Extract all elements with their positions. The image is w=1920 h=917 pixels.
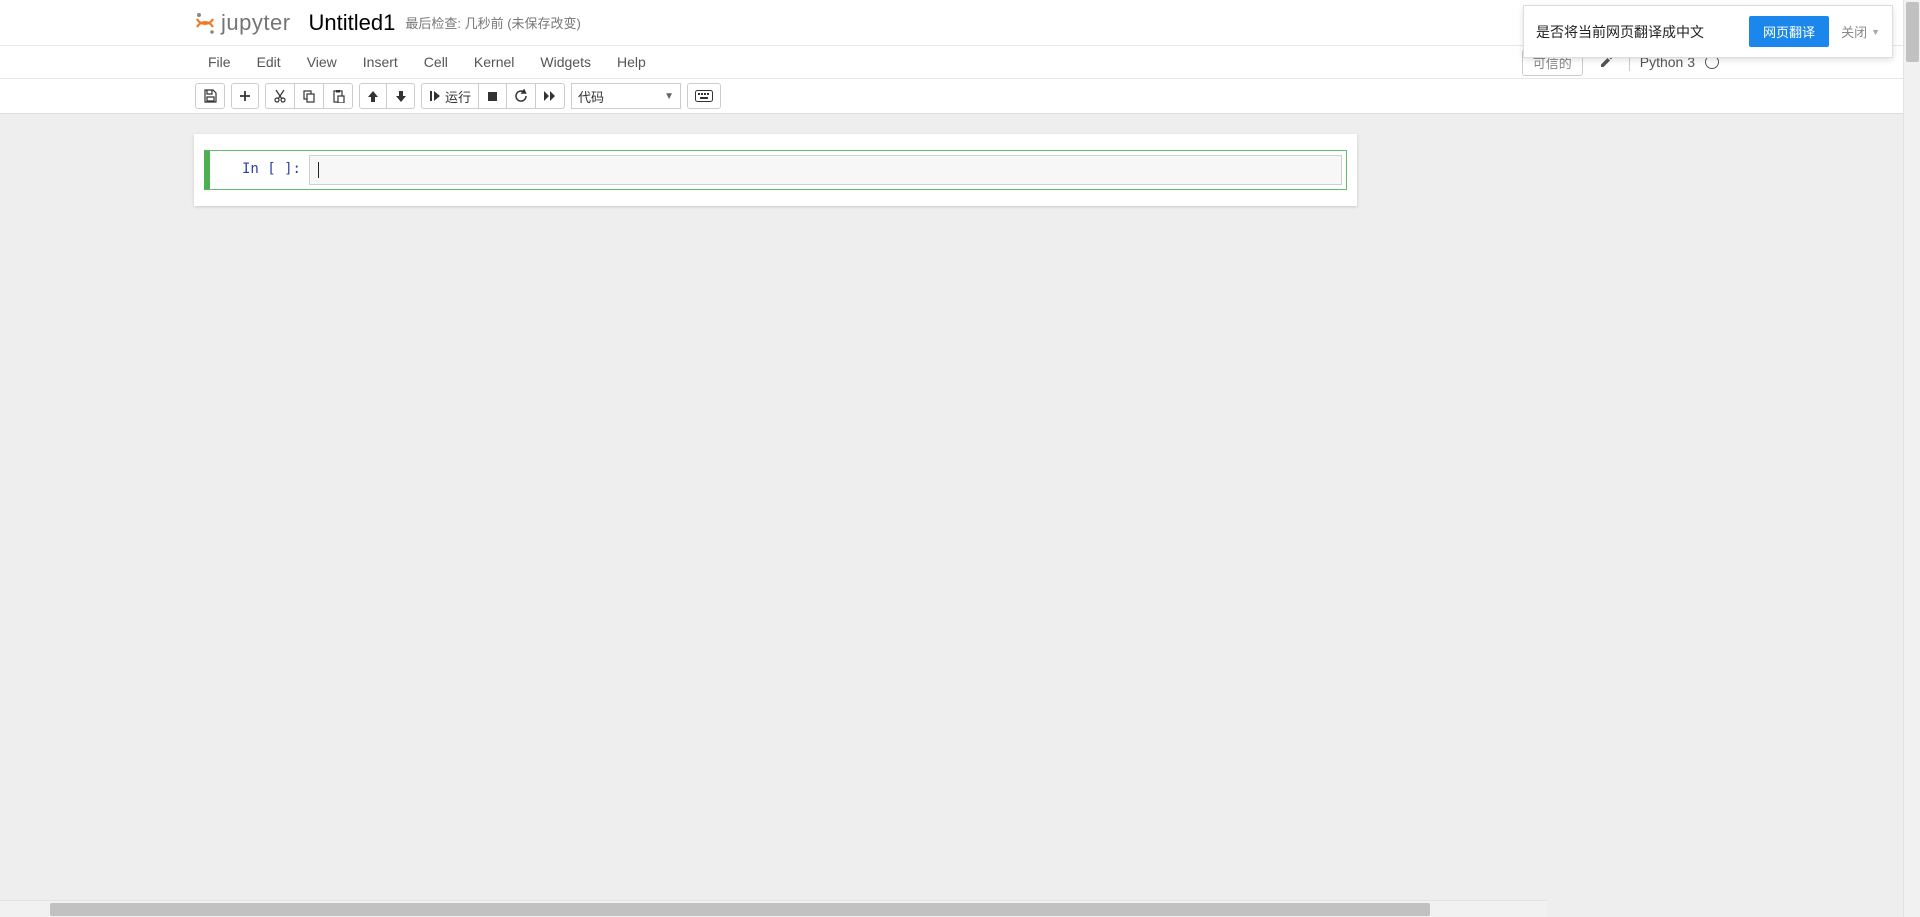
restart-icon[interactable] xyxy=(507,83,536,109)
text-cursor xyxy=(318,162,319,178)
vertical-scroll-thumb[interactable] xyxy=(1906,2,1919,62)
jupyter-icon xyxy=(195,12,215,34)
menu-help[interactable]: Help xyxy=(604,46,659,78)
translate-close-label: 关闭 xyxy=(1841,22,1867,41)
menu-widgets[interactable]: Widgets xyxy=(527,46,604,78)
paste-icon[interactable] xyxy=(324,83,353,109)
code-cell[interactable]: In [ ]: xyxy=(204,150,1347,190)
horizontal-scrollbar[interactable] xyxy=(0,900,1547,917)
move-down-icon[interactable] xyxy=(387,83,415,109)
command-palette-icon[interactable] xyxy=(687,83,721,109)
cut-icon[interactable] xyxy=(265,83,295,109)
cell-type-value: 代码 xyxy=(578,87,604,106)
cell-type-select[interactable]: 代码 ▼ xyxy=(571,83,681,109)
copy-icon[interactable] xyxy=(295,83,324,109)
chevron-down-icon: ▼ xyxy=(1871,27,1880,37)
menu-edit[interactable]: Edit xyxy=(244,46,294,78)
checkpoint-status: 最后检查: 几秒前 (未保存改变) xyxy=(405,13,581,32)
cell-prompt: In [ ]: xyxy=(214,155,309,185)
menu-view[interactable]: View xyxy=(294,46,350,78)
menu-cell[interactable]: Cell xyxy=(411,46,461,78)
horizontal-scroll-thumb[interactable] xyxy=(50,903,1430,916)
add-cell-icon[interactable] xyxy=(231,83,259,109)
menu-insert[interactable]: Insert xyxy=(350,46,411,78)
translate-close-button[interactable]: 关闭 ▼ xyxy=(1841,22,1880,41)
notebook-container: In [ ]: xyxy=(194,134,1357,206)
save-icon[interactable] xyxy=(195,83,225,109)
chevron-down-icon: ▼ xyxy=(664,91,674,102)
fast-forward-icon[interactable] xyxy=(536,83,565,109)
code-input[interactable] xyxy=(309,155,1342,185)
jupyter-logo[interactable]: jupyter xyxy=(195,10,291,36)
toolbar: 运行 代码 ▼ xyxy=(0,79,1920,114)
translate-prompt-text: 是否将当前网页翻译成中文 xyxy=(1536,22,1737,42)
menus: File Edit View Insert Cell Kernel Widget… xyxy=(195,46,659,78)
move-up-icon[interactable] xyxy=(359,83,387,109)
run-button[interactable]: 运行 xyxy=(421,83,479,109)
jupyter-logo-text: jupyter xyxy=(221,10,291,36)
notebook-name[interactable]: Untitled1 xyxy=(309,10,396,36)
run-label: 运行 xyxy=(445,87,471,106)
vertical-scrollbar[interactable] xyxy=(1903,0,1920,917)
menu-file[interactable]: File xyxy=(195,46,244,78)
stop-icon[interactable] xyxy=(479,83,507,109)
translate-popup: 是否将当前网页翻译成中文 网页翻译 关闭 ▼ xyxy=(1523,5,1893,58)
menu-kernel[interactable]: Kernel xyxy=(461,46,527,78)
translate-button[interactable]: 网页翻译 xyxy=(1749,16,1829,47)
